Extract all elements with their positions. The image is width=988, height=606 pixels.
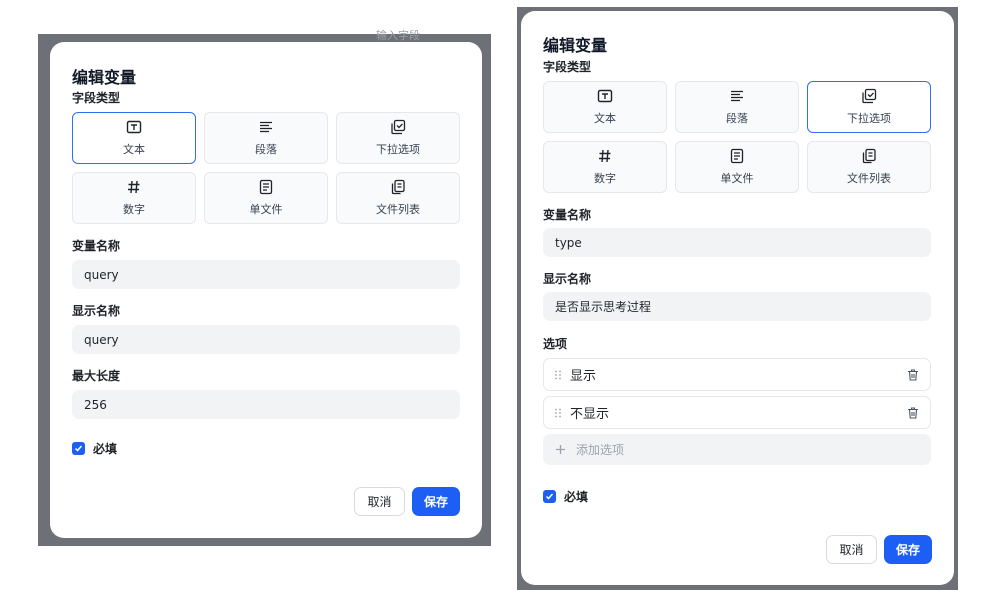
trash-icon[interactable] bbox=[906, 406, 920, 420]
required-label: 必填 bbox=[93, 442, 118, 456]
required-checkbox-row[interactable]: 必填 bbox=[543, 488, 588, 505]
dialog-title: 编辑变量 bbox=[72, 68, 137, 87]
field-type-grid: 文本 段落 下拉选项 数字 单文件 文件列表 bbox=[72, 112, 460, 224]
file-list-icon bbox=[391, 179, 405, 195]
display-name-label: 显示名称 bbox=[543, 272, 592, 286]
type-card-dropdown[interactable]: 下拉选项 bbox=[336, 112, 460, 164]
edit-variable-dialog-text: 编辑变量 字段类型 文本 段落 下拉选项 数字 单文件 文件列表 变量名称 qu… bbox=[50, 42, 482, 538]
type-card-dropdown[interactable]: 下拉选项 bbox=[807, 81, 931, 133]
type-card-label: 文本 bbox=[123, 143, 145, 156]
drag-handle-icon[interactable] bbox=[554, 408, 562, 418]
text-type-icon bbox=[597, 89, 613, 103]
type-card-number[interactable]: 数字 bbox=[72, 172, 196, 224]
variable-name-label: 变量名称 bbox=[543, 208, 592, 222]
options-label: 选项 bbox=[543, 337, 568, 351]
dialog-title: 编辑变量 bbox=[543, 36, 608, 55]
dropdown-icon bbox=[862, 88, 877, 104]
trash-icon[interactable] bbox=[906, 368, 920, 382]
type-card-label: 下拉选项 bbox=[847, 112, 891, 125]
check-icon bbox=[74, 445, 83, 452]
type-card-label: 文本 bbox=[594, 112, 616, 125]
edit-variable-dialog-dropdown: 编辑变量 字段类型 文本 段落 下拉选项 数字 单文件 文件列表 变量名称 ty… bbox=[521, 11, 954, 585]
add-option-button[interactable]: 添加选项 bbox=[543, 434, 931, 465]
type-card-paragraph[interactable]: 段落 bbox=[204, 112, 328, 164]
file-icon bbox=[730, 148, 744, 164]
variable-name-input[interactable]: query bbox=[72, 260, 460, 289]
max-length-label: 最大长度 bbox=[72, 369, 121, 383]
save-button[interactable]: 保存 bbox=[412, 487, 460, 516]
required-label: 必填 bbox=[564, 490, 589, 504]
type-card-label: 单文件 bbox=[249, 203, 283, 216]
variable-name-input[interactable]: type bbox=[543, 228, 931, 257]
field-type-label: 字段类型 bbox=[72, 91, 121, 105]
type-card-label: 数字 bbox=[594, 172, 616, 185]
field-type-label: 字段类型 bbox=[543, 60, 592, 74]
dropdown-icon bbox=[391, 119, 406, 135]
type-card-paragraph[interactable]: 段落 bbox=[675, 81, 799, 133]
type-card-single-file[interactable]: 单文件 bbox=[204, 172, 328, 224]
display-name-label: 显示名称 bbox=[72, 304, 121, 318]
type-card-label: 下拉选项 bbox=[376, 143, 420, 156]
field-type-grid: 文本 段落 下拉选项 数字 单文件 文件列表 bbox=[543, 81, 931, 193]
paragraph-icon bbox=[731, 90, 743, 102]
cancel-button[interactable]: 取消 bbox=[354, 487, 405, 516]
option-text[interactable]: 显示 bbox=[570, 365, 906, 384]
required-checkbox[interactable] bbox=[72, 442, 85, 455]
type-card-label: 单文件 bbox=[720, 172, 754, 185]
required-checkbox[interactable] bbox=[543, 490, 556, 503]
check-icon bbox=[545, 493, 554, 500]
file-list-icon bbox=[862, 148, 876, 164]
type-card-text[interactable]: 文本 bbox=[543, 81, 667, 133]
plus-icon bbox=[556, 445, 565, 454]
type-card-text[interactable]: 文本 bbox=[72, 112, 196, 164]
paragraph-icon bbox=[260, 121, 272, 133]
required-checkbox-row[interactable]: 必填 bbox=[72, 440, 117, 457]
type-card-file-list[interactable]: 文件列表 bbox=[807, 141, 931, 193]
type-card-label: 段落 bbox=[726, 112, 748, 125]
drag-handle-icon[interactable] bbox=[554, 370, 562, 380]
file-icon bbox=[259, 179, 273, 195]
max-length-input[interactable]: 256 bbox=[72, 390, 460, 419]
type-card-single-file[interactable]: 单文件 bbox=[675, 141, 799, 193]
text-type-icon bbox=[126, 120, 142, 134]
option-text[interactable]: 不显示 bbox=[570, 403, 906, 422]
add-option-label: 添加选项 bbox=[576, 443, 625, 457]
option-row[interactable]: 不显示 bbox=[543, 396, 931, 429]
cancel-button[interactable]: 取消 bbox=[826, 535, 877, 564]
type-card-label: 文件列表 bbox=[376, 203, 420, 216]
type-card-label: 文件列表 bbox=[847, 172, 891, 185]
type-card-label: 段落 bbox=[255, 143, 277, 156]
type-card-file-list[interactable]: 文件列表 bbox=[336, 172, 460, 224]
option-row[interactable]: 显示 bbox=[543, 358, 931, 391]
type-card-number[interactable]: 数字 bbox=[543, 141, 667, 193]
type-card-label: 数字 bbox=[123, 203, 145, 216]
variable-name-label: 变量名称 bbox=[72, 239, 121, 253]
hash-icon bbox=[599, 149, 611, 163]
display-name-input[interactable]: 是否显示思考过程 bbox=[543, 292, 931, 321]
display-name-input[interactable]: query bbox=[72, 325, 460, 354]
save-button[interactable]: 保存 bbox=[884, 535, 932, 564]
background-text: 输入字段 bbox=[376, 29, 420, 42]
hash-icon bbox=[128, 180, 140, 194]
